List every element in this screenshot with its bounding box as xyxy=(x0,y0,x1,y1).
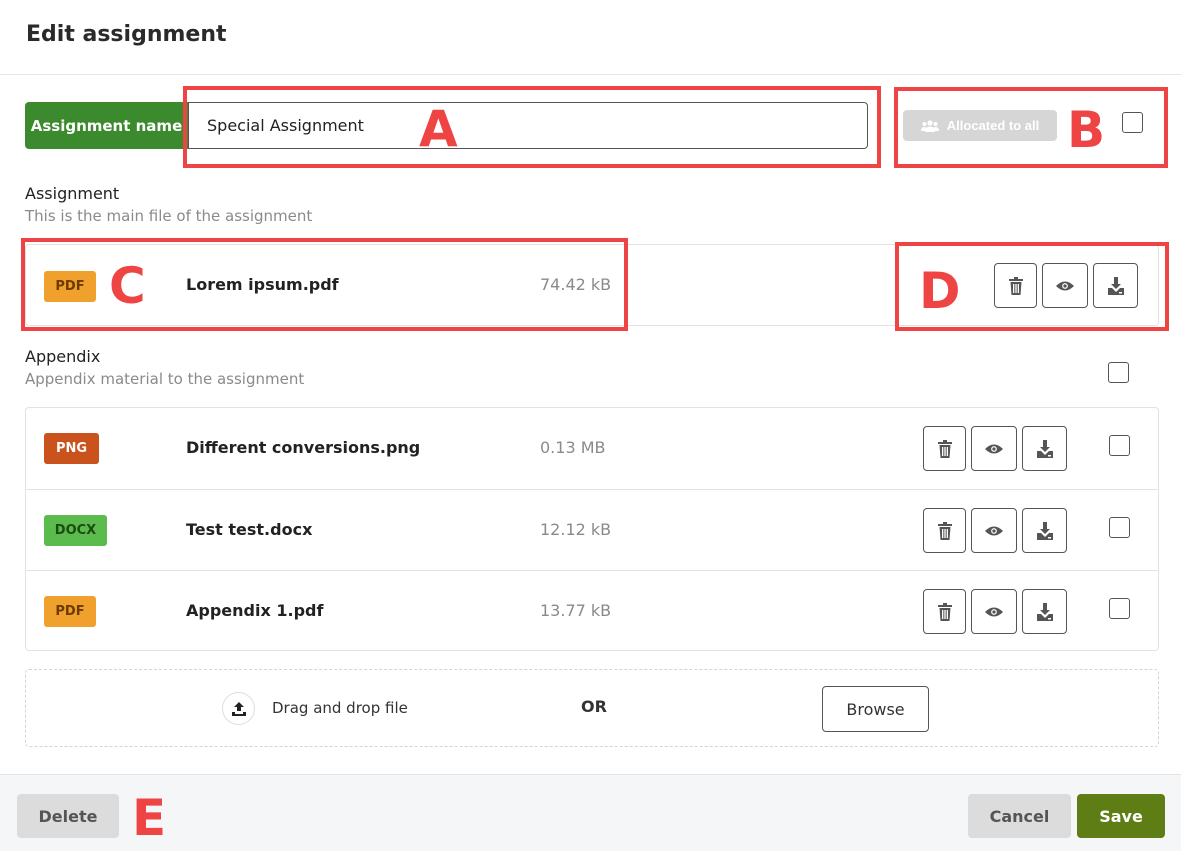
preview-file-button[interactable] xyxy=(971,426,1017,471)
download-file-button[interactable] xyxy=(1022,508,1067,553)
assignment-name-label: Assignment name xyxy=(25,102,188,149)
drag-drop-text: Drag and drop file xyxy=(272,699,408,717)
annotation-label-a: A xyxy=(419,100,458,158)
delete-file-button[interactable] xyxy=(923,426,966,471)
appendix-section-subtitle: Appendix material to the assignment xyxy=(25,370,305,388)
file-select-checkbox[interactable] xyxy=(1109,435,1130,456)
annotation-label-e: E xyxy=(132,789,167,847)
file-size: 12.12 kB xyxy=(540,520,612,539)
browse-button[interactable]: Browse xyxy=(822,686,929,732)
file-select-checkbox[interactable] xyxy=(1109,598,1130,619)
file-select-checkbox[interactable] xyxy=(1109,517,1130,538)
delete-button[interactable]: Delete xyxy=(17,794,119,838)
trash-icon xyxy=(937,439,952,458)
file-name: Different conversions.png xyxy=(186,438,421,457)
trash-icon xyxy=(937,602,952,621)
download-file-button[interactable] xyxy=(1022,589,1067,634)
download-icon xyxy=(1036,521,1053,540)
annotation-label-b: B xyxy=(1067,101,1106,159)
upload-icon xyxy=(222,692,255,725)
file-type-badge: PDF xyxy=(44,596,96,627)
cancel-button[interactable]: Cancel xyxy=(968,794,1071,838)
dialog-footer: Delete Cancel Save xyxy=(0,774,1181,851)
file-row: PDF Appendix 1.pdf 13.77 kB xyxy=(26,570,1158,651)
file-type-badge: DOCX xyxy=(44,515,107,546)
upload-dropzone[interactable]: Drag and drop file OR Browse xyxy=(25,669,1159,747)
file-row: PNG Different conversions.png 0.13 MB xyxy=(26,408,1158,489)
annotation-label-d: D xyxy=(919,262,961,320)
eye-icon xyxy=(985,526,1003,535)
download-file-button[interactable] xyxy=(1022,426,1067,471)
eye-icon xyxy=(985,607,1003,616)
file-row: DOCX Test test.docx 12.12 kB xyxy=(26,489,1158,570)
annotation-box-a xyxy=(183,86,881,168)
preview-file-button[interactable] xyxy=(971,508,1017,553)
annotation-box-b xyxy=(894,87,1168,168)
download-icon xyxy=(1036,439,1053,458)
or-separator: OR xyxy=(581,697,607,716)
delete-file-button[interactable] xyxy=(923,589,966,634)
appendix-select-all-checkbox[interactable] xyxy=(1108,362,1129,383)
dialog-title: Edit assignment xyxy=(26,22,227,47)
preview-file-button[interactable] xyxy=(971,589,1017,634)
assignment-section-subtitle: This is the main file of the assignment xyxy=(25,207,313,225)
appendix-section-title: Appendix xyxy=(25,347,101,366)
eye-icon xyxy=(985,444,1003,453)
trash-icon xyxy=(937,521,952,540)
file-type-badge: PNG xyxy=(44,433,99,464)
file-size: 13.77 kB xyxy=(540,601,612,620)
appendix-file-list: PNG Different conversions.png 0.13 MB DO… xyxy=(25,407,1159,651)
file-name: Test test.docx xyxy=(186,520,313,539)
save-button[interactable]: Save xyxy=(1077,794,1165,838)
dialog-header: Edit assignment xyxy=(0,0,1181,75)
download-icon xyxy=(1036,602,1053,621)
assignment-section-title: Assignment xyxy=(25,184,120,203)
file-name: Appendix 1.pdf xyxy=(186,601,324,620)
annotation-label-c: C xyxy=(109,257,146,315)
delete-file-button[interactable] xyxy=(923,508,966,553)
file-size: 0.13 MB xyxy=(540,438,606,457)
